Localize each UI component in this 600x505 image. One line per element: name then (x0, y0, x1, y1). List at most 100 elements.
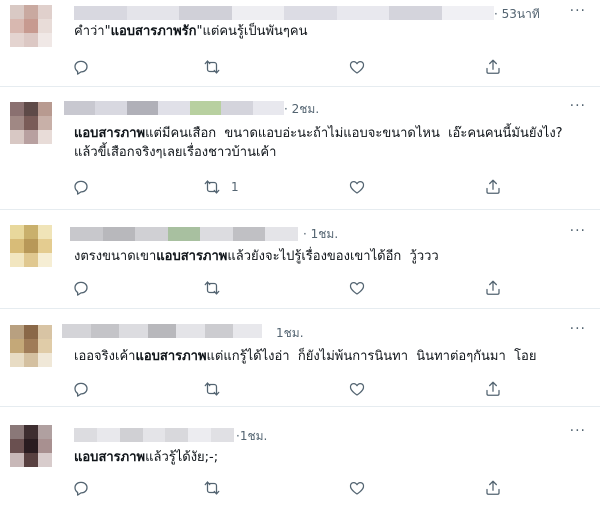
avatar-pixel (24, 33, 38, 47)
heart-icon (349, 60, 365, 74)
reply-button[interactable] (72, 478, 90, 498)
name-blur-block (158, 101, 190, 115)
avatar-pixel (38, 353, 52, 367)
avatar-pixel (24, 353, 38, 367)
like-button[interactable] (348, 278, 366, 298)
like-button[interactable] (348, 177, 366, 197)
author-name-blurred[interactable] (70, 227, 299, 241)
share-button[interactable] (484, 478, 502, 498)
tweet-text: แอบสารภาพแต่มีคนเสือก ขนาดแอบอ่ะนะถ้าไม่… (74, 126, 567, 160)
reply-button[interactable] (72, 278, 90, 298)
avatar-pixel (10, 239, 24, 253)
more-options-icon[interactable]: ··· (570, 423, 586, 439)
retweet-button[interactable] (203, 478, 231, 498)
avatar-pixel (38, 102, 52, 116)
name-blur-block (95, 101, 127, 115)
tweet-time[interactable]: ·1ชม. (236, 427, 267, 446)
avatar[interactable] (10, 425, 52, 467)
avatar-pixel (10, 225, 24, 239)
retweet-icon (204, 60, 220, 74)
avatar-pixel (24, 239, 38, 253)
name-blur-block (74, 428, 97, 442)
avatar-pixel (10, 253, 24, 267)
retweet-icon (204, 481, 220, 495)
author-name-blurred[interactable] (74, 6, 494, 20)
reply-icon (74, 481, 88, 496)
name-blur-block (119, 324, 148, 338)
tweet-text: แอบสารภาพแล้วรู้ได้งัย;-; (74, 450, 219, 465)
avatar-pixel (38, 33, 52, 47)
tweet[interactable]: · 53นาที ··· คำว่า"แอบสารภาพรัก"แต่คนรู้… (0, 0, 600, 87)
tweet[interactable]: · 1ชม. ··· งตรงขนาดเขาแอบสารภาพแล้วยังจะ… (0, 211, 600, 309)
reply-icon (74, 60, 88, 75)
avatar-pixel (10, 102, 24, 116)
reply-button[interactable] (72, 379, 90, 399)
avatar[interactable] (10, 325, 52, 367)
more-options-icon[interactable]: ··· (570, 321, 586, 337)
avatar-pixel (38, 225, 52, 239)
avatar[interactable] (10, 225, 52, 267)
avatar-pixel (10, 5, 24, 19)
avatar-pixel (24, 253, 38, 267)
share-button[interactable] (484, 57, 502, 77)
like-button[interactable] (348, 379, 366, 399)
retweet-button[interactable]: 1 (203, 177, 239, 197)
retweet-button[interactable] (203, 379, 231, 399)
avatar-pixel (10, 425, 24, 439)
avatar-pixel (38, 453, 52, 467)
avatar[interactable] (10, 5, 52, 47)
tweet-time[interactable]: 1ชม. (276, 324, 304, 343)
avatar-pixel (38, 19, 52, 33)
retweet-icon (204, 281, 220, 295)
tweet-time[interactable]: · 2ชม. (284, 100, 319, 119)
name-blur-block (62, 324, 91, 338)
avatar-pixel (38, 339, 52, 353)
tweet[interactable]: ·1ชม. ··· แอบสารภาพแล้วรู้ได้งัย;-; (0, 408, 600, 505)
reply-button[interactable] (72, 57, 90, 77)
avatar-pixel (10, 439, 24, 453)
like-button[interactable] (348, 478, 366, 498)
avatar-pixel (10, 130, 24, 144)
name-blur-block (135, 227, 168, 241)
more-options-icon[interactable]: ··· (570, 98, 586, 114)
avatar-pixel (24, 5, 38, 19)
name-blur-block (204, 324, 234, 338)
retweet-button[interactable] (203, 278, 231, 298)
name-blur-block (336, 6, 389, 20)
author-name-blurred[interactable] (62, 324, 263, 338)
heart-icon (349, 180, 365, 194)
share-button[interactable] (484, 177, 502, 197)
retweet-icon (204, 382, 220, 396)
avatar-pixel (24, 102, 38, 116)
retweet-button[interactable] (203, 57, 231, 77)
avatar-pixel (24, 116, 38, 130)
avatar-pixel (38, 116, 52, 130)
name-blur-block (233, 324, 263, 338)
name-blur-block (188, 428, 212, 442)
tweet-actions (60, 379, 590, 399)
more-options-icon[interactable]: ··· (570, 223, 586, 239)
name-blur-block (441, 6, 494, 20)
tweet[interactable]: 1ชม. ··· เออจริงเค้าแอบสารภาพแต่แกรู้ได้… (0, 310, 600, 407)
more-options-icon[interactable]: ··· (570, 3, 586, 19)
author-name-blurred[interactable] (64, 101, 284, 115)
avatar[interactable] (10, 102, 52, 144)
reply-button[interactable] (72, 177, 90, 197)
tweet-text: งตรงขนาดเขาแอบสารภาพแล้วยังจะไปรู้เรื่อง… (74, 249, 439, 264)
tweet-text: เออจริงเค้าแอบสารภาพแต่แกรู้ได้ไงอ่า ก็ย… (74, 349, 537, 364)
name-blur-block (211, 428, 235, 442)
share-icon (486, 179, 500, 194)
heart-icon (349, 481, 365, 495)
share-button[interactable] (484, 278, 502, 298)
like-button[interactable] (348, 57, 366, 77)
name-blur-block (284, 6, 337, 20)
name-blur-block (126, 6, 179, 20)
avatar-pixel (24, 425, 38, 439)
tweet-time[interactable]: · 1ชม. (303, 225, 338, 244)
author-name-blurred[interactable] (74, 428, 235, 442)
name-blur-block (102, 227, 136, 241)
share-button[interactable] (484, 379, 502, 399)
tweet[interactable]: · 2ชม. ··· แอบสารภาพแต่มีคนเสือก ขนาดแอบ… (0, 88, 600, 210)
avatar-pixel (10, 453, 24, 467)
avatar-pixel (24, 325, 38, 339)
